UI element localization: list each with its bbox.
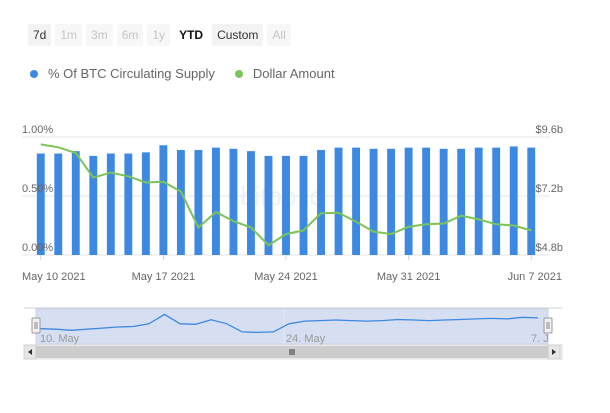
bar — [229, 148, 238, 255]
bar — [247, 151, 255, 255]
bar — [492, 147, 501, 255]
bar — [422, 147, 431, 255]
bar — [54, 153, 63, 255]
bar — [36, 153, 45, 255]
bar — [106, 153, 115, 255]
navigator-label: 24. May — [286, 333, 326, 345]
bar — [457, 148, 466, 255]
bar — [387, 148, 396, 255]
bar — [159, 145, 168, 255]
navigator-handle[interactable] — [31, 317, 41, 334]
bar — [264, 155, 273, 255]
bar — [124, 153, 133, 255]
navigator-label: 7. J — [531, 333, 549, 345]
left-tick-label: 0.50% — [22, 183, 53, 195]
right-tick-label: $7.2b — [535, 183, 563, 195]
right-axis-ticks: $4.8b $7.2b $9.6b — [535, 124, 563, 254]
bar — [176, 149, 185, 255]
x-tick-label: May 24 2021 — [254, 271, 318, 283]
bar — [527, 147, 536, 255]
left-tick-label: 1.00% — [22, 124, 53, 136]
bar — [317, 149, 325, 255]
bar — [71, 151, 80, 255]
bar-series — [36, 145, 536, 255]
x-tick-label: May 31 2021 — [377, 271, 441, 283]
bar — [299, 155, 308, 255]
bar — [89, 155, 98, 255]
bar — [211, 147, 220, 255]
right-tick-label: $9.6b — [535, 124, 563, 136]
bar — [334, 147, 343, 255]
bar — [352, 147, 361, 255]
navigator[interactable]: 10. May 24. May 7. J — [23, 307, 563, 360]
bar — [282, 155, 290, 255]
navigator-label: 10. May — [40, 333, 80, 345]
bar — [369, 148, 378, 255]
bar — [474, 147, 483, 255]
chart-svg: bitbo.io 0.00%0.50%1.00% $4.8b$7.2b$9.6b… — [22, 124, 563, 360]
left-tick-label: 0.00% — [22, 242, 53, 254]
x-axis-ticks: May 10 2021 May 17 2021 May 24 2021 May 31 … — [22, 255, 562, 283]
bar — [194, 149, 203, 255]
x-tick-label: May 10 2021 — [22, 271, 86, 283]
x-tick-label: Jun 7 2021 — [508, 271, 562, 283]
right-tick-label: $4.8b — [535, 242, 563, 254]
navigator-handle[interactable] — [543, 317, 553, 334]
bar — [439, 148, 448, 255]
x-tick-label: May 17 2021 — [132, 271, 196, 283]
bar — [404, 147, 413, 255]
bar — [509, 146, 518, 255]
bar — [141, 152, 150, 255]
